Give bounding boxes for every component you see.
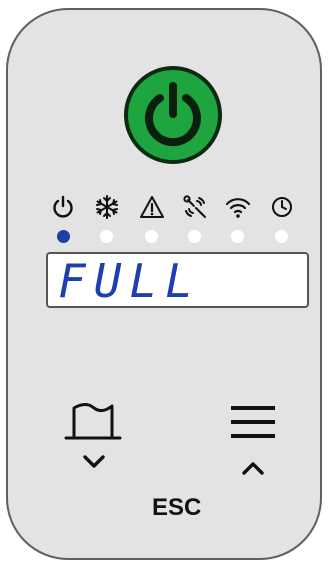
- power-icon: [145, 82, 201, 147]
- fan-wrench-icon: [183, 195, 206, 218]
- warning-indicator-led: [145, 230, 158, 243]
- chevron-up-icon: [242, 462, 264, 475]
- power-button[interactable]: [124, 66, 222, 164]
- timer-indicator-led: [275, 230, 288, 243]
- power-indicator-led: [57, 230, 70, 243]
- esc-button[interactable]: ESC: [152, 494, 201, 522]
- control-panel: FULL ESC: [6, 8, 322, 560]
- menu-icon: [231, 406, 275, 438]
- door-down-button[interactable]: [64, 400, 124, 490]
- clock-icon: [272, 197, 292, 217]
- lcd-display: FULL: [46, 252, 309, 308]
- cooling-indicator-led: [100, 230, 113, 243]
- snowflake-icon: [96, 195, 118, 219]
- wifi-icon: [225, 198, 251, 218]
- wifi-indicator-led: [231, 230, 244, 243]
- menu-up-button[interactable]: [228, 402, 278, 492]
- power-indicator-icon: [53, 195, 73, 218]
- defrost-indicator-led: [188, 230, 201, 243]
- warning-icon: [140, 196, 164, 218]
- display-text: FULL: [58, 254, 201, 308]
- chevron-down-icon: [83, 455, 105, 468]
- door-icon: [64, 403, 122, 440]
